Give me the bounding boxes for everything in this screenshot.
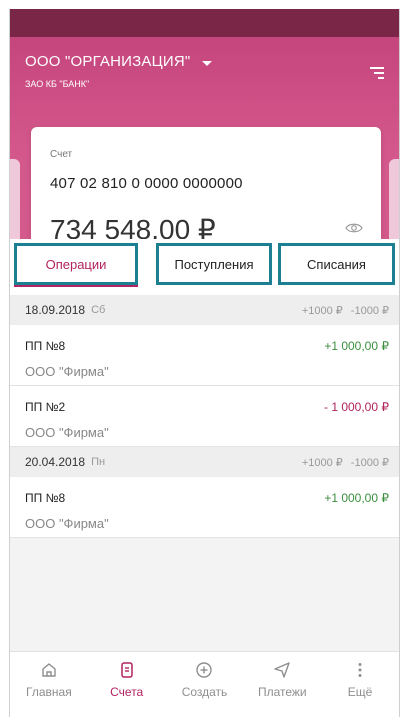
group-day: Сб	[91, 304, 106, 316]
tab-label: Списания	[307, 256, 366, 272]
operation-title: ПП №2	[25, 400, 66, 414]
org-selector[interactable]: ООО "ОРГАНИЗАЦИЯ"	[25, 53, 213, 70]
send-icon	[274, 662, 290, 678]
group-income-sum: +1000 ₽	[301, 304, 343, 317]
operation-title: ПП №8	[25, 339, 66, 353]
tab-bar: Операции Поступления Списания	[10, 239, 399, 295]
group-expense-sum: -1000 ₽	[350, 304, 389, 317]
operation-amount: +1 000,00 ₽	[324, 339, 389, 353]
date-group-header: 20.04.2018 Пн +1000 ₽ -1000 ₽	[10, 447, 399, 477]
tab-label: Поступления	[174, 256, 254, 272]
nav-label: Создать	[181, 685, 228, 699]
account-number: 407 02 810 0 0000 0000000	[50, 175, 243, 192]
nav-more[interactable]: Ещё	[321, 652, 399, 717]
operation-row[interactable]: ПП №2 ООО "Фирма" - 1 000,00 ₽	[10, 386, 399, 447]
nav-label: Платежи	[257, 685, 307, 699]
nav-payments[interactable]: Платежи	[243, 652, 321, 717]
operation-amount: +1 000,00 ₽	[324, 491, 389, 505]
date-group-header: 18.09.2018 Сб +1000 ₽ -1000 ₽	[10, 295, 399, 325]
filter-icon[interactable]	[370, 67, 384, 79]
active-tab-indicator	[14, 285, 138, 287]
nav-label: Главная	[26, 685, 72, 699]
tab-incoming[interactable]: Поступления	[156, 243, 272, 285]
nav-create[interactable]: Создать	[166, 652, 244, 717]
header: ООО "ОРГАНИЗАЦИЯ" ЗАО КБ "БАНК" Счет 407…	[10, 37, 399, 287]
group-income-sum: +1000 ₽	[301, 456, 343, 469]
group-expense-sum: -1000 ₽	[350, 456, 389, 469]
operation-title: ПП №8	[25, 491, 66, 505]
operation-amount: - 1 000,00 ₽	[323, 400, 389, 414]
operation-row[interactable]: ПП №8 ООО "Фирма" +1 000,00 ₽	[10, 477, 399, 538]
bottom-navigation: Главная Счета Создать Платежи Ещё	[10, 651, 399, 717]
app-screen: ООО "ОРГАНИЗАЦИЯ" ЗАО КБ "БАНК" Счет 407…	[9, 9, 400, 717]
tab-label: Операции	[45, 256, 107, 272]
chevron-down-icon	[202, 61, 213, 66]
nav-label: Ещё	[347, 685, 373, 699]
group-sums: +1000 ₽ -1000 ₽	[302, 304, 389, 317]
group-date: 20.04.2018	[25, 455, 86, 469]
operation-counterparty: ООО "Фирма"	[25, 516, 109, 531]
more-vertical-icon	[358, 663, 362, 677]
account-label: Счет	[50, 149, 73, 160]
tab-operations[interactable]: Операции	[14, 243, 138, 285]
tab-outgoing[interactable]: Списания	[278, 243, 395, 285]
group-date: 18.09.2018	[25, 303, 86, 317]
nav-label: Счета	[110, 685, 144, 699]
home-icon	[42, 663, 56, 677]
operation-counterparty: ООО "Фирма"	[25, 364, 109, 379]
eye-icon[interactable]	[345, 222, 363, 234]
group-day: Пн	[91, 456, 106, 468]
operations-list: 18.09.2018 Сб +1000 ₽ -1000 ₽ ПП №8 ООО "…	[10, 295, 399, 538]
status-bar	[10, 9, 399, 37]
org-name: ООО "ОРГАНИЗАЦИЯ"	[25, 53, 191, 70]
bank-name: ЗАО КБ "БАНК"	[25, 79, 90, 89]
nav-home[interactable]: Главная	[10, 652, 88, 717]
operation-counterparty: ООО "Фирма"	[25, 425, 109, 440]
nav-accounts[interactable]: Счета	[88, 652, 166, 717]
document-icon	[120, 662, 133, 678]
operation-row[interactable]: ПП №8 ООО "Фирма" +1 000,00 ₽	[10, 325, 399, 386]
group-sums: +1000 ₽ -1000 ₽	[302, 456, 389, 469]
plus-circle-icon	[196, 662, 213, 678]
